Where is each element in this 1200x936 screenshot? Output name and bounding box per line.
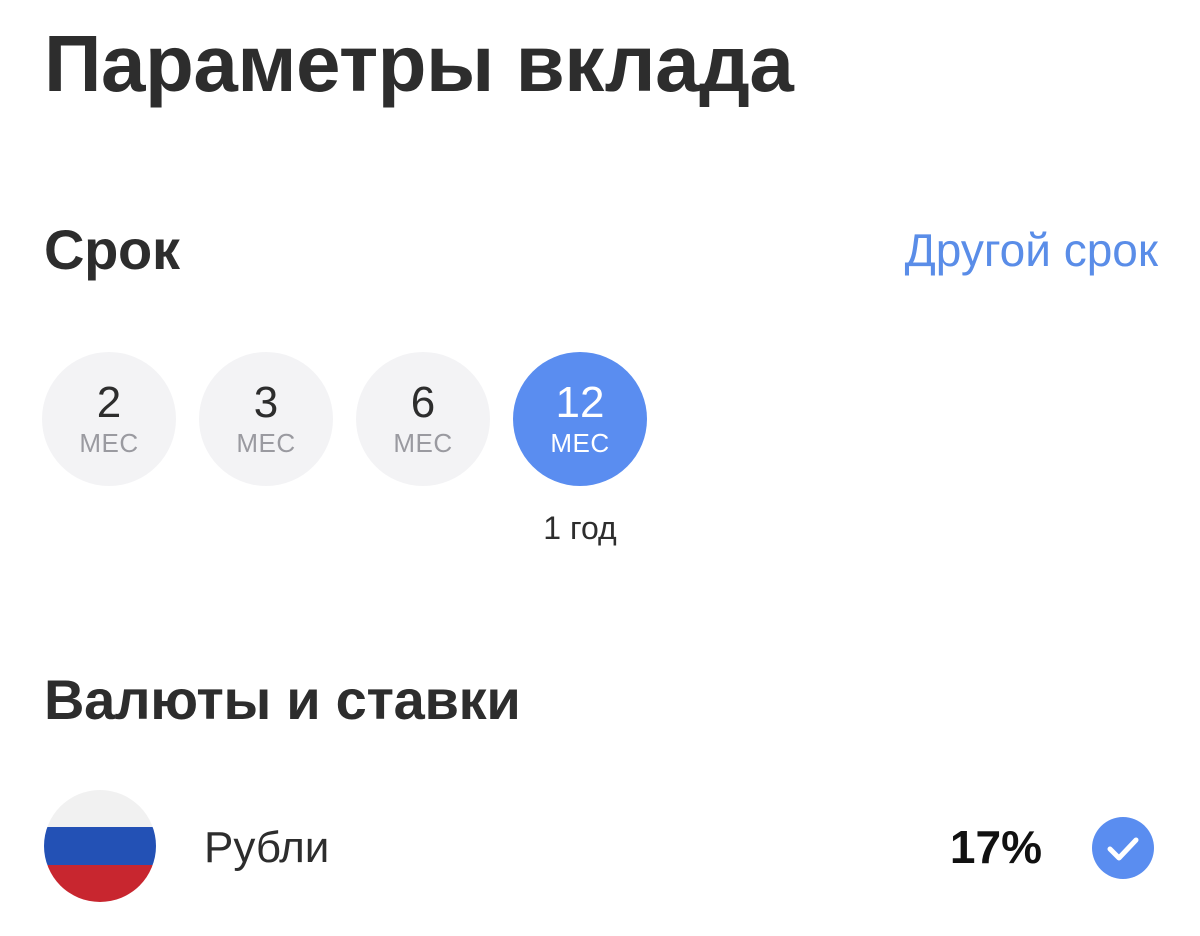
russia-flag-icon <box>44 790 156 902</box>
term-section-title: Срок <box>44 218 180 281</box>
term-option-12-months[interactable]: 12 МЕС <box>513 352 647 486</box>
term-option-unit: МЕС <box>79 428 139 458</box>
term-option-3-months[interactable]: 3 МЕС <box>199 352 333 486</box>
rates-section-title: Валюты и ставки <box>44 668 521 731</box>
other-term-link[interactable]: Другой срок <box>905 222 1158 278</box>
term-option-value: 6 <box>410 378 436 427</box>
term-option-value: 12 <box>555 378 605 427</box>
selected-term-caption: 1 год <box>543 510 617 546</box>
term-option-unit: МЕС <box>550 428 610 458</box>
term-option-unit: МЕС <box>236 428 296 458</box>
term-option-2-months[interactable]: 2 МЕС <box>42 352 176 486</box>
currency-name: Рубли <box>204 823 330 872</box>
term-option-6-months[interactable]: 6 МЕС <box>356 352 490 486</box>
page-title: Параметры вклада <box>44 19 794 108</box>
term-option-unit: МЕС <box>393 428 453 458</box>
currency-rate: 17% <box>949 821 1042 873</box>
check-circle-icon[interactable] <box>1092 817 1154 879</box>
term-option-value: 3 <box>253 378 279 427</box>
currency-row-rub[interactable]: Рубли 17% <box>44 790 1154 904</box>
term-option-value: 2 <box>96 378 122 427</box>
